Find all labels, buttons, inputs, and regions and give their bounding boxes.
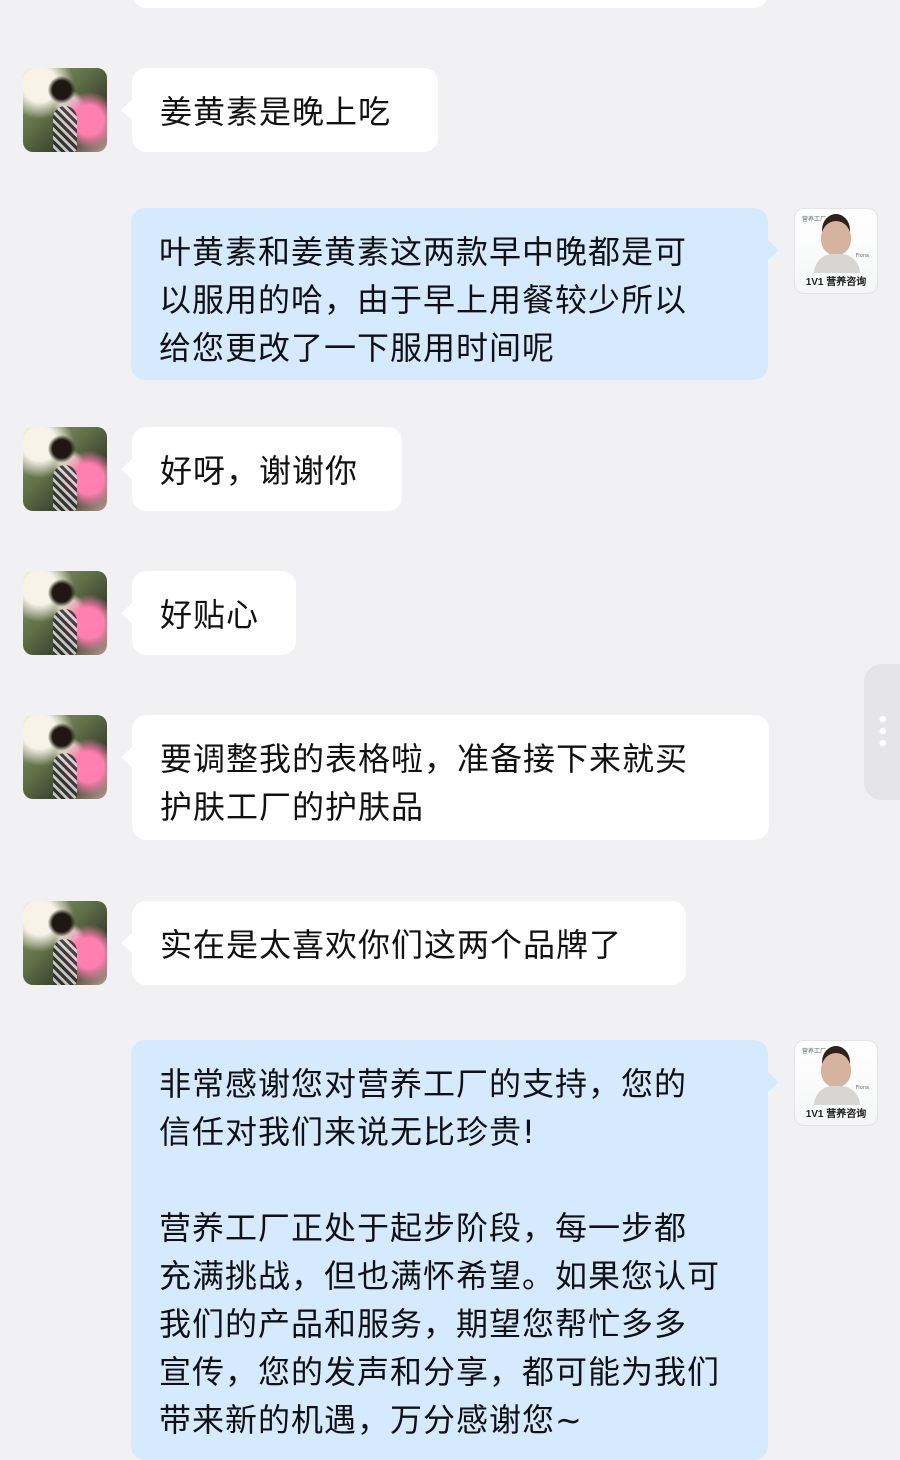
previous-message-bubble[interactable] [132, 0, 768, 8]
message-bubble[interactable]: 实在是太喜欢你们这两个品牌了 [121, 901, 686, 985]
user-avatar[interactable] [23, 715, 107, 799]
message-bubble[interactable]: 叶黄素和姜黄素这两款早中晚都是可 以服用的哈，由于早上用餐较少所以 给您更改了一… [131, 208, 779, 380]
message-bubble[interactable]: 姜黄素是晚上吃 [121, 68, 438, 152]
chat-thread: 姜黄素是晚上吃 叶黄素和姜黄素这两款早中晚都是可 以服用的哈，由于早上用餐较少所… [0, 0, 900, 1460]
user-avatar[interactable] [23, 68, 107, 152]
agent-avatar[interactable]: 营养工厂 Fiona 1V1 营养咨询 [794, 208, 878, 294]
agent-caption: 1V1 营养咨询 [805, 1109, 867, 1120]
agent-photo [821, 1053, 851, 1087]
agent-caption: 1V1 营养咨询 [805, 277, 867, 288]
agent-name-label: Fiona [855, 1085, 869, 1091]
more-vertical-icon[interactable]: • • • [877, 712, 889, 755]
message-bubble[interactable]: 好贴心 [121, 571, 296, 655]
agent-photo-body [814, 1086, 860, 1105]
message-bubble[interactable]: 非常感谢您对营养工厂的支持，您的 信任对我们来说无比珍贵! 营养工厂正处于起步阶… [131, 1040, 779, 1460]
agent-name-label: Fiona [855, 253, 869, 259]
agent-photo-body [814, 254, 860, 273]
agent-brand-label: 营养工厂 [802, 216, 827, 223]
message-bubble[interactable]: 好呀，谢谢你 [121, 427, 402, 511]
user-avatar[interactable] [23, 427, 107, 511]
user-avatar[interactable] [23, 571, 107, 655]
agent-brand-label: 营养工厂 [802, 1048, 827, 1055]
agent-photo [821, 221, 851, 255]
agent-avatar[interactable]: 营养工厂 Fiona 1V1 营养咨询 [794, 1040, 878, 1126]
message-bubble[interactable]: 要调整我的表格啦，准备接下来就买 护肤工厂的护肤品 [121, 715, 769, 840]
user-avatar[interactable] [23, 901, 107, 985]
